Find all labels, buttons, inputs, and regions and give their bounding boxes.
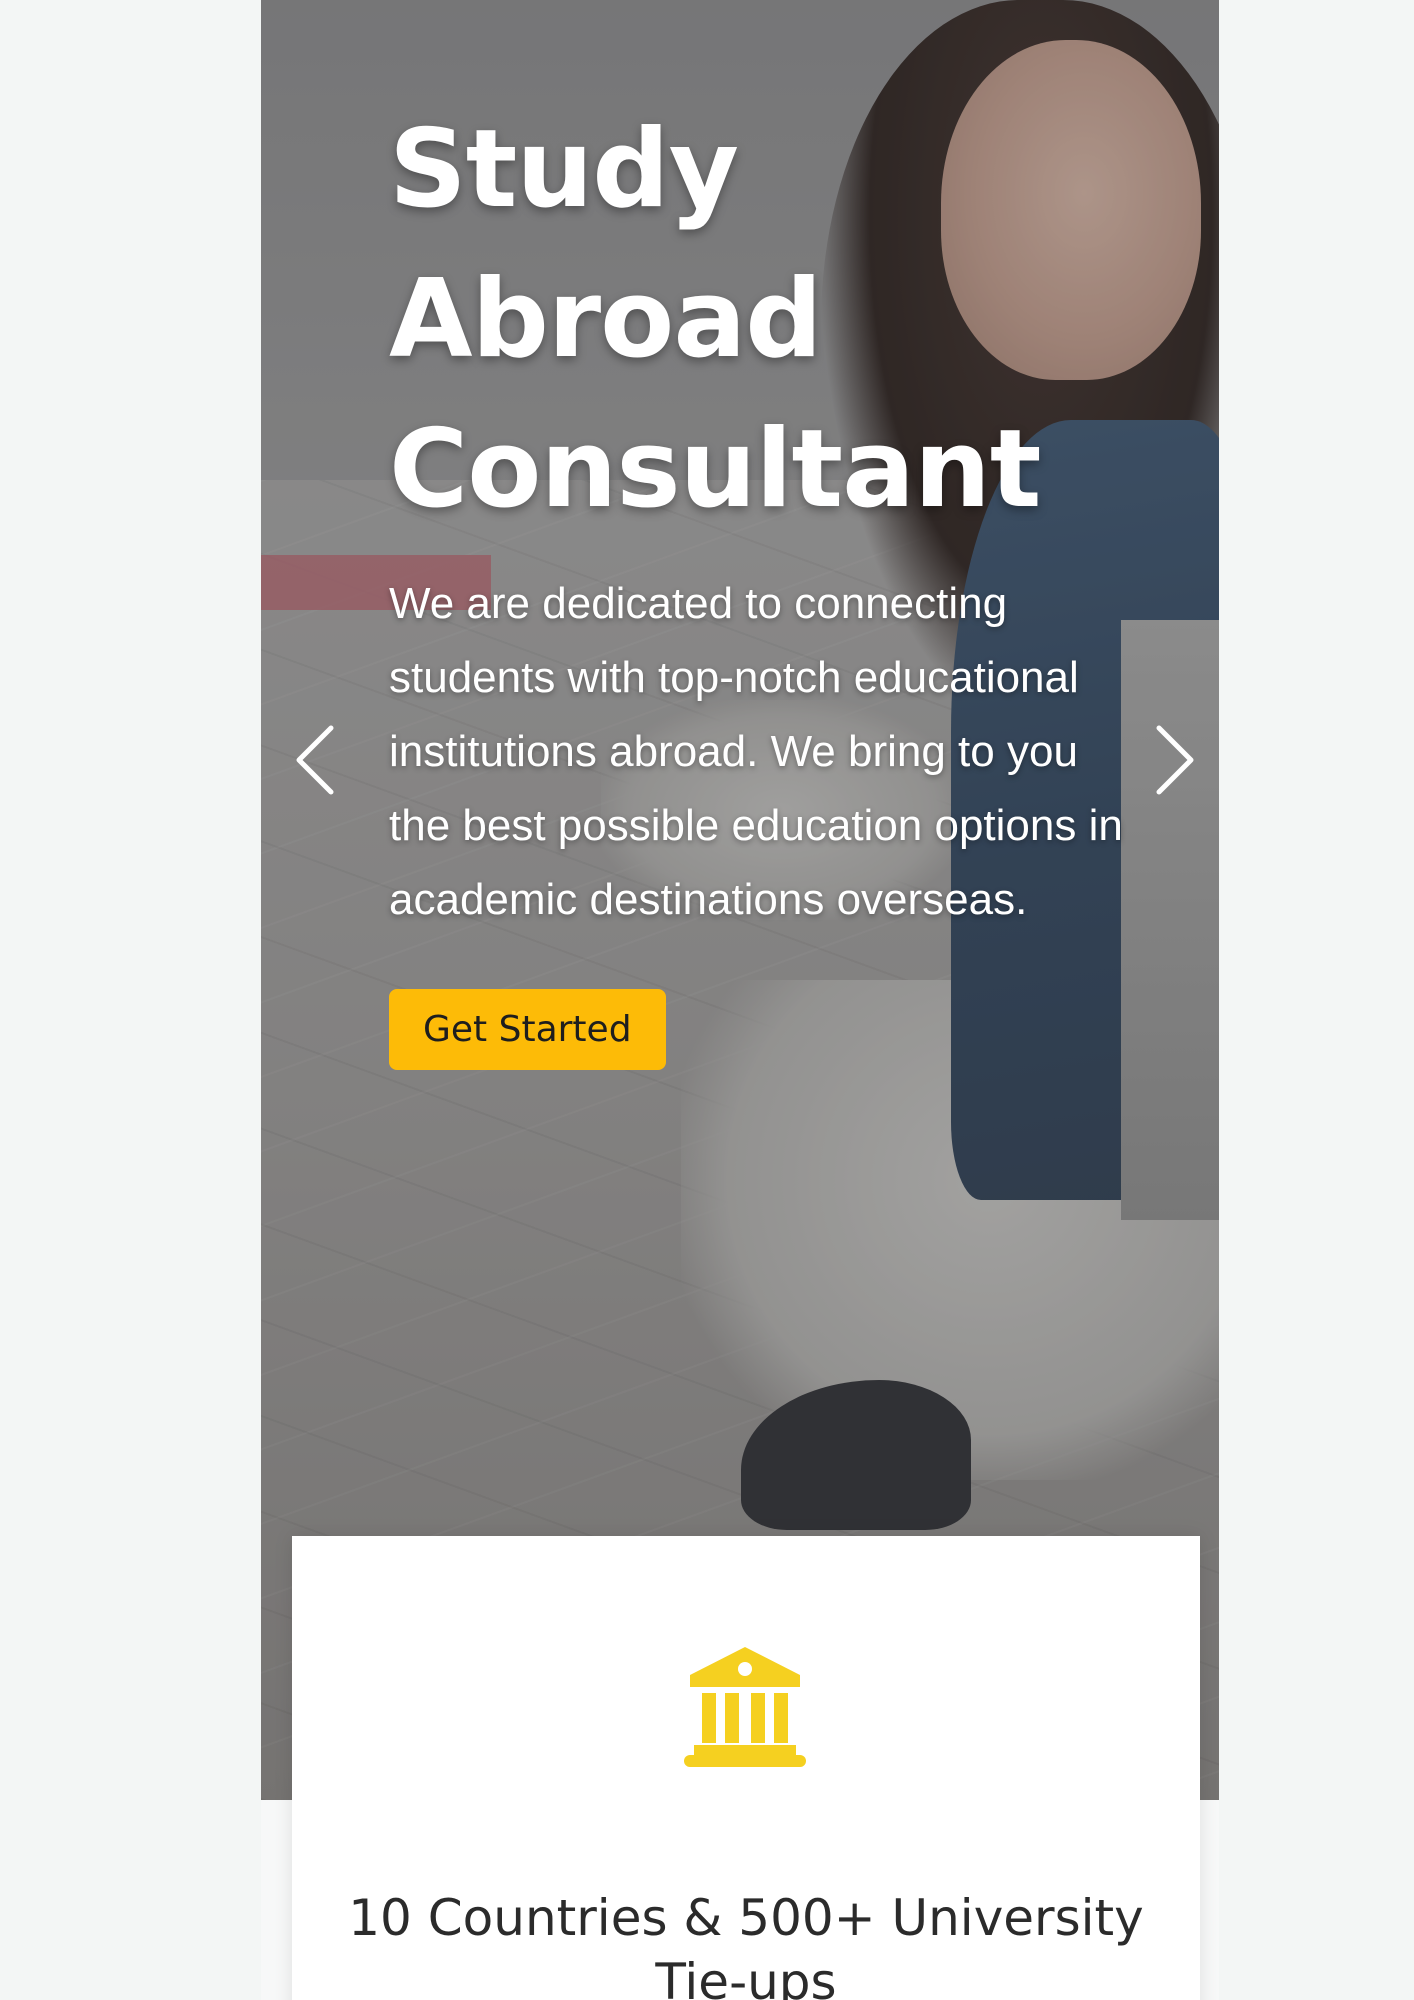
chevron-right-icon [1156, 725, 1194, 795]
carousel-prev-button[interactable] [289, 720, 349, 800]
carousel-next-button[interactable] [1141, 720, 1201, 800]
feature-card: 10 Countries & 500+ University Tie-ups [292, 1536, 1200, 2000]
feature-title: 10 Countries & 500+ University Tie-ups [348, 1889, 1144, 2000]
page-viewport: Study Abroad Consultant We are dedicated… [261, 0, 1219, 2000]
hero-title: Study Abroad Consultant [389, 107, 1042, 532]
hero-carousel: Study Abroad Consultant We are dedicated… [261, 0, 1219, 1800]
university-building-icon [680, 1641, 810, 1771]
hero-description: We are dedicated to connecting students … [389, 579, 1123, 924]
get-started-button[interactable]: Get Started [389, 989, 666, 1070]
chevron-left-icon [296, 725, 334, 795]
hero-content: Study Abroad Consultant We are dedicated… [389, 95, 1123, 1070]
